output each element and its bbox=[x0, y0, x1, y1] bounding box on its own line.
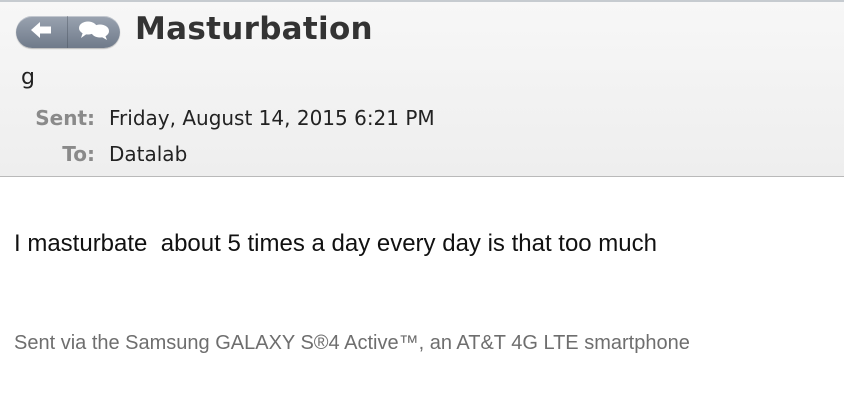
sent-label: Sent: bbox=[35, 106, 95, 130]
speech-bubbles-icon bbox=[77, 20, 111, 44]
message-body: I masturbate about 5 times a day every d… bbox=[14, 230, 657, 257]
to-label: To: bbox=[62, 142, 95, 166]
back-arrow-icon bbox=[29, 20, 55, 44]
navigation-button-group bbox=[16, 16, 120, 48]
message-signature: Sent via the Samsung GALAXY S®4 Active™,… bbox=[14, 332, 690, 354]
sent-date: Friday, August 14, 2015 6:21 PM bbox=[109, 106, 435, 130]
message-header: Masturbation g Sent: Friday, August 14, … bbox=[0, 0, 844, 177]
back-button[interactable] bbox=[16, 16, 68, 48]
sender-name: g bbox=[21, 65, 35, 90]
message-subject: Masturbation bbox=[135, 11, 373, 47]
reply-button[interactable] bbox=[68, 16, 120, 48]
recipient[interactable]: Datalab bbox=[109, 142, 187, 166]
